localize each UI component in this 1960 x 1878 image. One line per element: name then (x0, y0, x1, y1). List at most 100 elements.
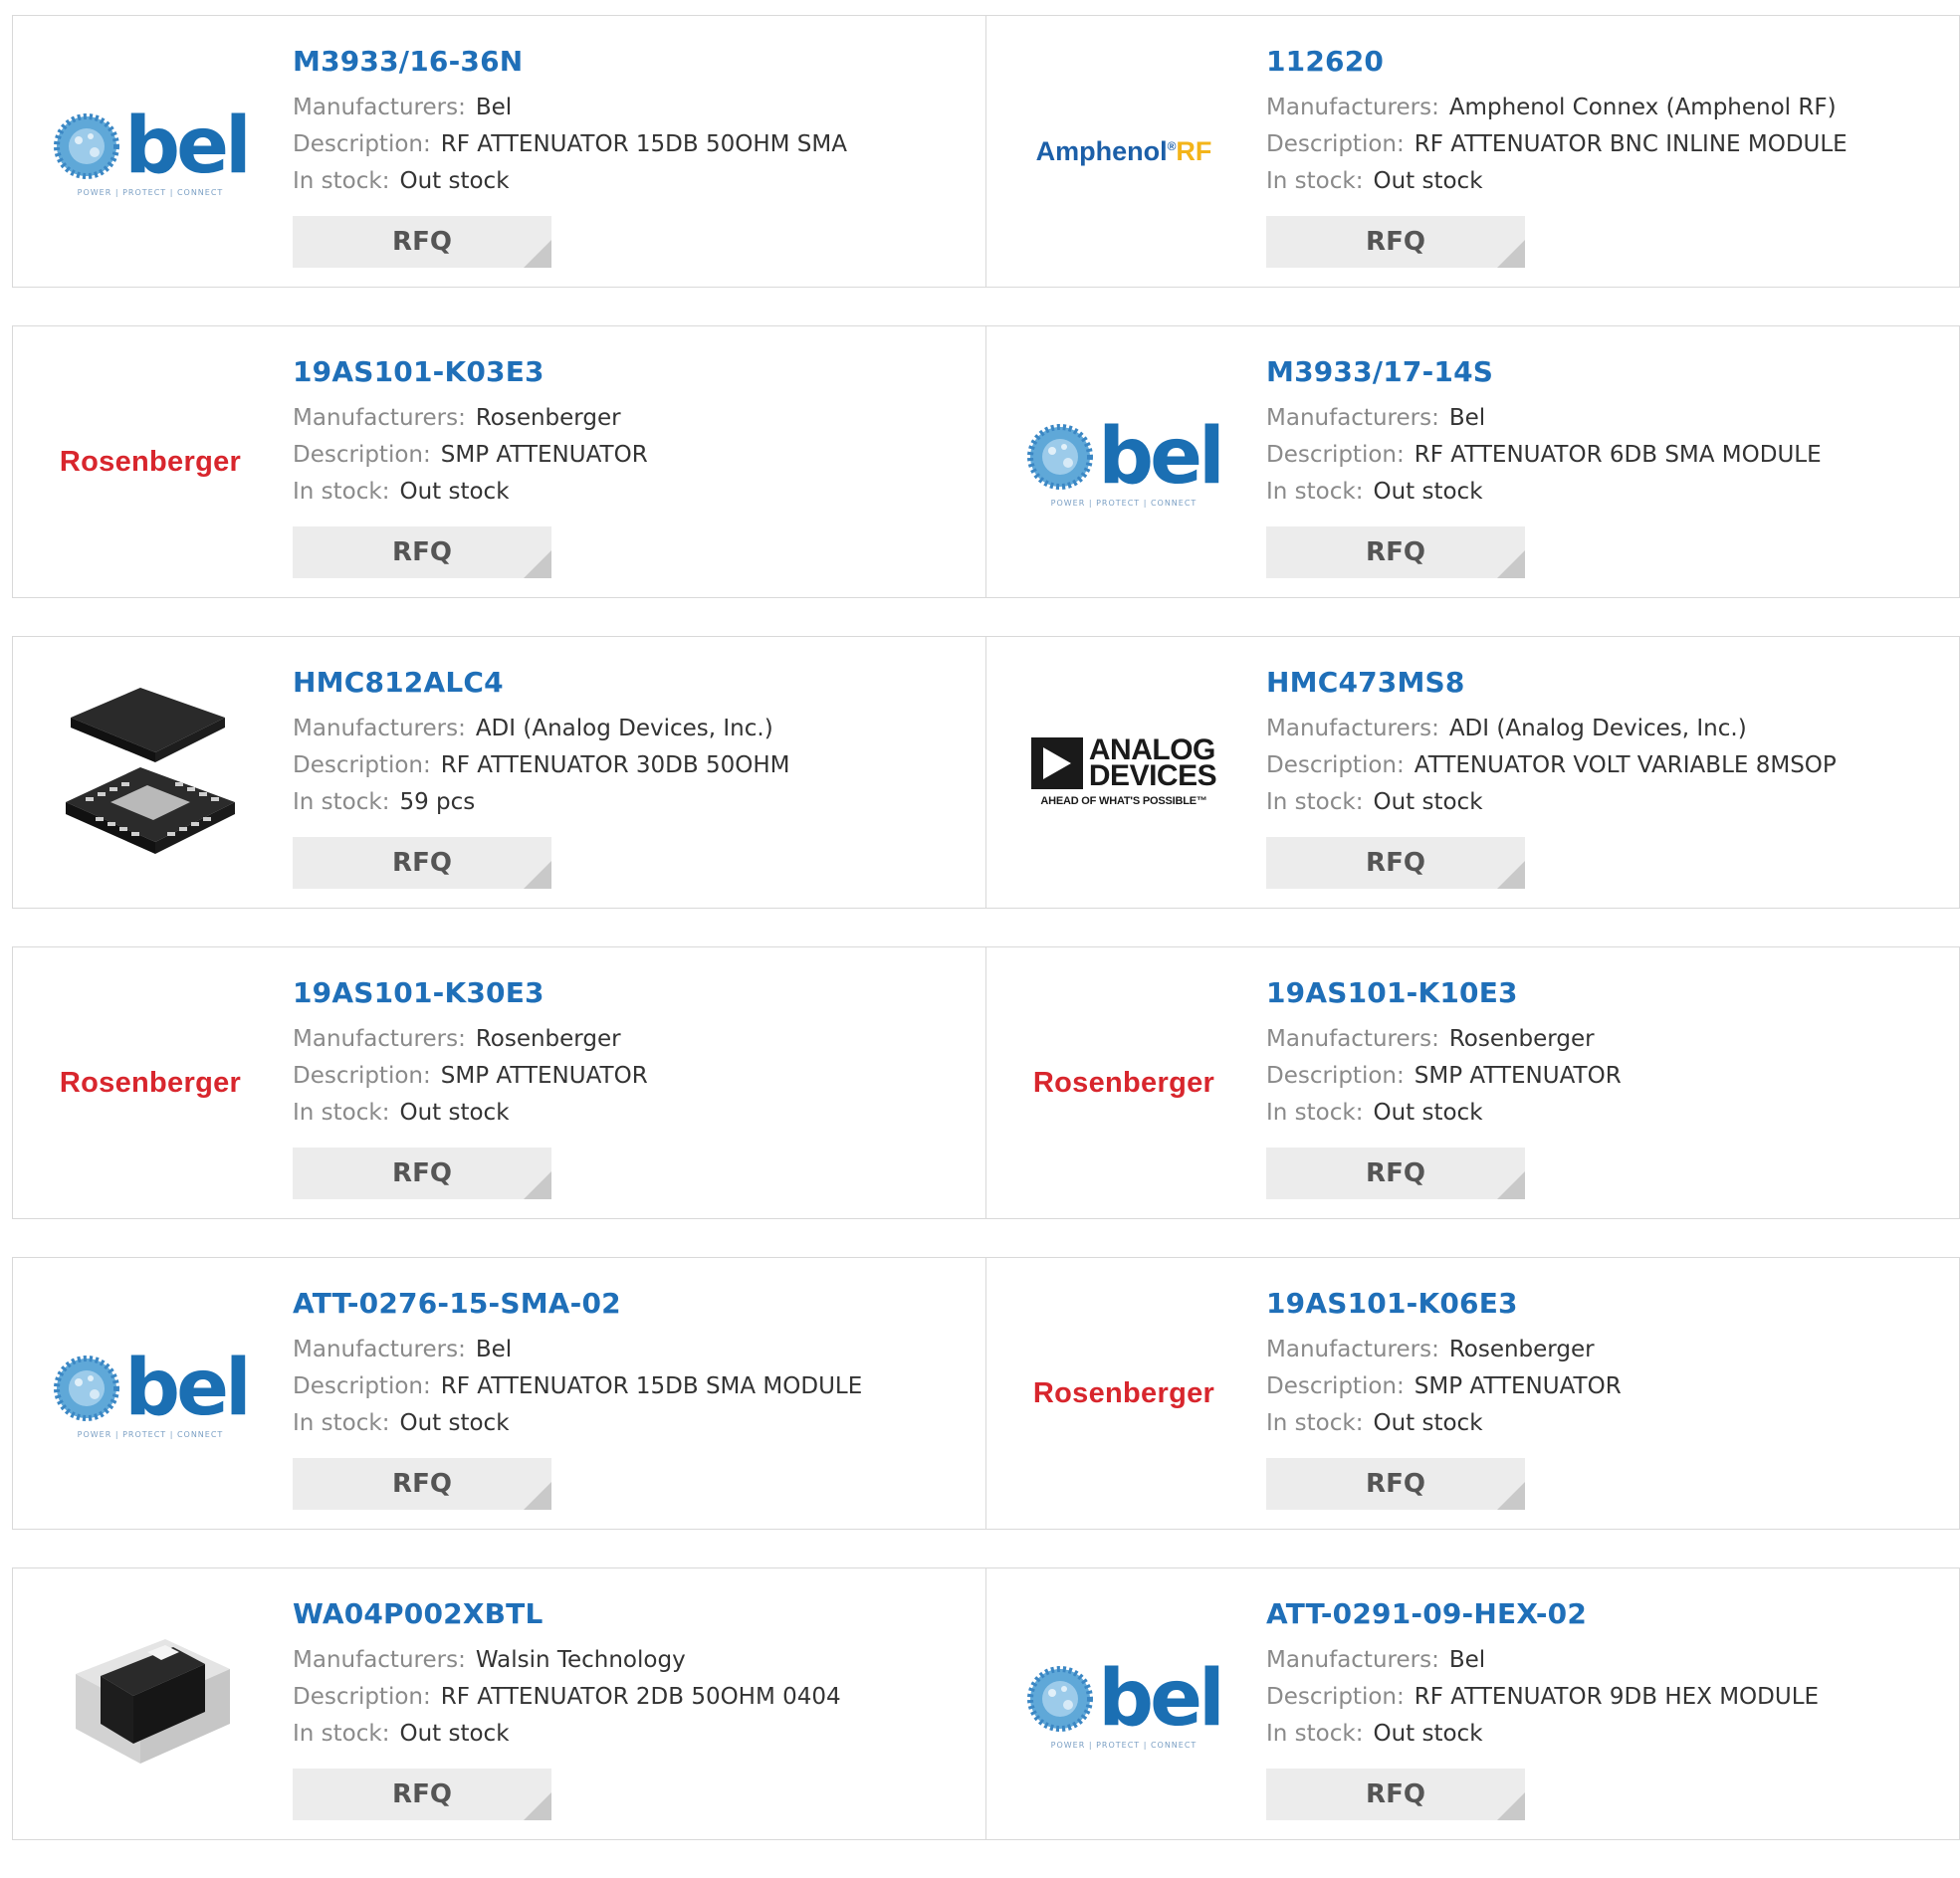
manufacturer-value: Rosenberger (1448, 1337, 1595, 1362)
description-label: Description: (1266, 1063, 1405, 1089)
manufacturer-label: Manufacturers: (293, 1647, 466, 1673)
part-number-link[interactable]: 19AS101-K30E3 (293, 975, 966, 1011)
description-value: RF ATTENUATOR 15DB 50OHM SMA (440, 131, 847, 157)
manufacturer-label: Manufacturers: (1266, 95, 1439, 120)
amphenol-rf-logo: Amphenol®RF (1035, 135, 1212, 166)
rfq-button[interactable]: RFQ (293, 526, 551, 578)
rfq-button[interactable]: RFQ (1266, 526, 1525, 578)
description-value: RF ATTENUATOR 9DB HEX MODULE (1414, 1684, 1820, 1710)
part-number-link[interactable]: ATT-0291-09-HEX-02 (1266, 1596, 1939, 1632)
stock-value: Out stock (399, 479, 510, 505)
description-line: Description: RF ATTENUATOR 15DB 50OHM SMA (293, 126, 966, 163)
part-number-link[interactable]: HMC812ALC4 (293, 665, 966, 701)
manufacturer-line: Manufacturers: Bel (1266, 400, 1939, 437)
rfq-button[interactable]: RFQ (293, 216, 551, 268)
product-card: ANALOG DEVICES AHEAD OF WHAT'S POSSIBLE™ … (986, 636, 1960, 909)
adi-line2: DEVICES (1088, 759, 1217, 792)
manufacturer-label: Manufacturers: (293, 716, 466, 741)
manufacturer-line: Manufacturers: Rosenberger (293, 1021, 966, 1058)
bel-logo: bel POWER | PROTECT | CONNECT (51, 1294, 252, 1493)
description-value: RF ATTENUATOR 6DB SMA MODULE (1414, 442, 1822, 468)
stock-line: In stock: Out stock (1266, 474, 1939, 511)
manufacturer-label: Manufacturers: (293, 95, 466, 120)
manufacturer-value: Walsin Technology (475, 1647, 686, 1673)
description-value: SMP ATTENUATOR (440, 1063, 648, 1089)
stock-line: In stock: Out stock (293, 1716, 966, 1753)
description-label: Description: (1266, 1684, 1405, 1710)
manufacturer-line: Manufacturers: Rosenberger (1266, 1021, 1939, 1058)
rfq-button[interactable]: RFQ (293, 1769, 551, 1820)
stock-line: In stock: Out stock (1266, 1716, 1939, 1753)
rfq-button[interactable]: RFQ (1266, 1458, 1525, 1510)
product-info: 19AS101-K06E3 Manufacturers: Rosenberger … (1266, 1286, 1939, 1442)
description-label: Description: (1266, 1373, 1405, 1399)
manufacturer-label: Manufacturers: (293, 405, 466, 431)
part-number-link[interactable]: WA04P002XBTL (293, 1596, 966, 1632)
description-value: SMP ATTENUATOR (1414, 1063, 1622, 1089)
manufacturer-label: Manufacturers: (1266, 716, 1439, 741)
part-number-link[interactable]: 19AS101-K03E3 (293, 354, 966, 390)
amphenol-rf-mark: RF (1176, 135, 1212, 166)
rfq-button[interactable]: RFQ (293, 837, 551, 889)
description-label: Description: (1266, 442, 1405, 468)
part-number-link[interactable]: HMC473MS8 (1266, 665, 1939, 701)
stock-value: Out stock (1373, 1410, 1483, 1436)
part-number-link[interactable]: 19AS101-K06E3 (1266, 1286, 1939, 1322)
manufacturer-line: Manufacturers: Rosenberger (1266, 1332, 1939, 1368)
rosenberger-wordmark: Rosenberger (1032, 1066, 1215, 1099)
qfn-chip-icon (66, 688, 235, 854)
description-label: Description: (293, 752, 431, 778)
rfq-button[interactable]: RFQ (293, 1458, 551, 1510)
stock-line: In stock: Out stock (1266, 1405, 1939, 1442)
rosenberger-wordmark: Rosenberger (59, 1066, 242, 1099)
description-label: Description: (293, 131, 431, 157)
part-number-link[interactable]: 112620 (1266, 44, 1939, 80)
adi-triangle-icon (1030, 737, 1083, 789)
amphenol-wordmark: Amphenol (1035, 135, 1168, 166)
stock-label: In stock: (1266, 789, 1364, 815)
rfq-button[interactable]: RFQ (1266, 216, 1525, 268)
stock-value: Out stock (399, 1100, 510, 1126)
stock-label: In stock: (293, 1410, 390, 1436)
rfq-button[interactable]: RFQ (1266, 1148, 1525, 1199)
product-card: bel POWER | PROTECT | CONNECT ATT-0291-0… (986, 1567, 1960, 1840)
stock-value: Out stock (399, 168, 510, 194)
rosenberger-logo: Rosenberger (1024, 1294, 1223, 1493)
stock-label: In stock: (1266, 1100, 1364, 1126)
part-number-link[interactable]: ATT-0276-15-SMA-02 (293, 1286, 966, 1322)
description-value: SMP ATTENUATOR (1414, 1373, 1622, 1399)
stock-value: Out stock (1373, 1100, 1483, 1126)
description-label: Description: (293, 1373, 431, 1399)
stock-line: In stock: Out stock (293, 163, 966, 200)
description-line: Description: RF ATTENUATOR 6DB SMA MODULE (1266, 437, 1939, 474)
manufacturer-value: Bel (1448, 1647, 1486, 1673)
manufacturer-label: Manufacturers: (1266, 1647, 1439, 1673)
product-card: Rosenberger 19AS101-K30E3 Manufacturers:… (12, 946, 986, 1219)
manufacturer-line: Manufacturers: ADI (Analog Devices, Inc.) (293, 711, 966, 747)
rfq-button[interactable]: RFQ (293, 1148, 551, 1199)
chip-resistor-image (51, 1604, 250, 1803)
description-label: Description: (293, 442, 431, 468)
description-value: SMP ATTENUATOR (440, 442, 648, 468)
rosenberger-wordmark: Rosenberger (59, 445, 242, 478)
part-number-link[interactable]: M3933/16-36N (293, 44, 966, 80)
product-card: bel POWER | PROTECT | CONNECT M3933/16-3… (12, 15, 986, 288)
description-value: RF ATTENUATOR 15DB SMA MODULE (440, 1373, 863, 1399)
rfq-button[interactable]: RFQ (1266, 837, 1525, 889)
product-info: HMC812ALC4 Manufacturers: ADI (Analog Dev… (293, 665, 966, 821)
stock-label: In stock: (293, 479, 390, 505)
rfq-button[interactable]: RFQ (1266, 1769, 1525, 1820)
part-number-link[interactable]: M3933/17-14S (1266, 354, 1939, 390)
manufacturer-label: Manufacturers: (1266, 405, 1439, 431)
stock-label: In stock: (1266, 479, 1364, 505)
bel-wordmark: bel (1098, 411, 1225, 502)
manufacturer-value: Rosenberger (475, 1026, 621, 1052)
manufacturer-value: ADI (Analog Devices, Inc.) (1448, 716, 1747, 741)
product-row: Rosenberger 19AS101-K03E3 Manufacturers:… (12, 325, 1960, 598)
stock-label: In stock: (293, 168, 390, 194)
stock-label: In stock: (293, 1721, 390, 1747)
product-row: WA04P002XBTL Manufacturers: Walsin Techno… (12, 1567, 1960, 1840)
part-number-link[interactable]: 19AS101-K10E3 (1266, 975, 1939, 1011)
bel-logo: bel POWER | PROTECT | CONNECT (1024, 362, 1225, 561)
product-row: bel POWER | PROTECT | CONNECT ATT-0276-1… (12, 1257, 1960, 1530)
